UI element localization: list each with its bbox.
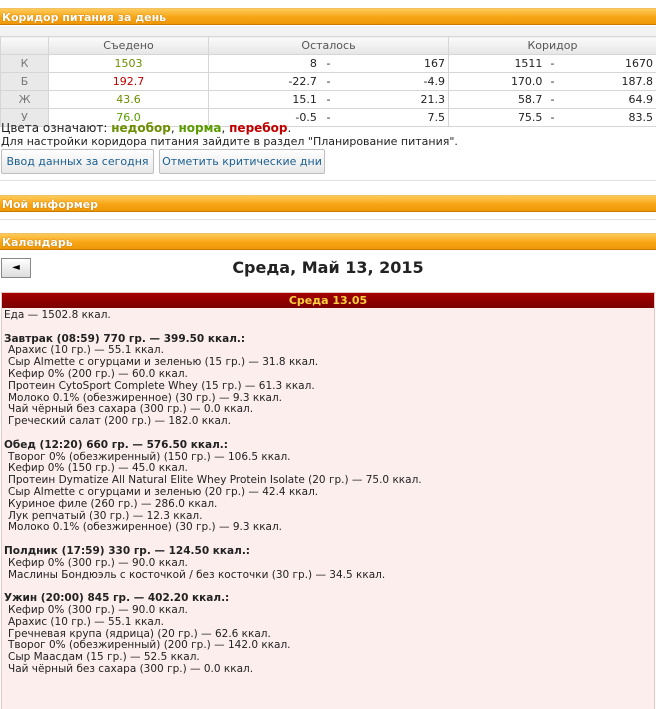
corridor-panel-header[interactable]: Коридор питания за день: [0, 8, 656, 25]
corridor-header-row: Съедено Осталось Коридор: [0, 36, 656, 55]
enter-today-button[interactable]: Ввод данных за сегодня: [1, 149, 154, 174]
mark-critical-days-button[interactable]: Отметить критические дни: [159, 149, 325, 174]
list-item: Куриное филе (260 гр.) — 286.0 ккал.: [8, 497, 218, 510]
left-range: 8-167: [208, 54, 449, 73]
day-total: Еда — 1502.8 ккал.: [4, 309, 111, 321]
meal-title: Полдник (17:59) 330 гр. — 124.50 ккал.:: [4, 544, 251, 557]
day-header: Среда 13.05: [2, 293, 654, 308]
divider: [0, 219, 656, 220]
eaten-value: 1503: [48, 54, 209, 73]
corner-cell: [0, 36, 49, 55]
list-item: Сыр Almette с огурцами и зеленью (20 гр.…: [8, 485, 319, 498]
list-item: Протеин CytoSport Complete Whey (15 гр.)…: [8, 379, 315, 392]
left-header: Осталось: [208, 36, 449, 55]
corridor-range: 75.5-83.5: [448, 108, 656, 127]
day-details: Среда 13.05 Еда — 1502.8 ккал. Завтрак (…: [1, 292, 655, 709]
calendar-date-title: Среда, Май 13, 2015: [232, 258, 424, 277]
day-content: Еда — 1502.8 ккал. Завтрак (08:59) 770 г…: [4, 309, 422, 676]
left-range: 15.1-21.3: [208, 90, 449, 109]
list-item: Арахис (10 гр.) — 55.1 ккал.: [8, 615, 164, 628]
legend-norm: норма: [178, 121, 222, 135]
row-label: К: [0, 54, 49, 73]
table-row: К 1503 8-167 1511-1670: [0, 54, 656, 73]
eaten-value: 192.7: [48, 72, 209, 91]
list-item: Маслины Бондюэль с косточкой / без косто…: [8, 568, 386, 581]
legend-end: .: [287, 121, 292, 135]
color-legend: Цвета означают: недобор, норма, перебор.: [1, 121, 291, 135]
calendar-panel-header[interactable]: Календарь: [0, 233, 656, 250]
list-item: Греческий салат (200 гр.) — 182.0 ккал.: [8, 415, 231, 428]
list-item: Кефир 0% (300 гр.) — 90.0 ккал.: [8, 603, 188, 616]
informer-panel-header[interactable]: Мой информер: [0, 195, 656, 212]
panel-spacer: [0, 26, 656, 36]
divider: [0, 180, 656, 181]
corridor-note: Для настройки коридора питания зайдите в…: [1, 135, 458, 148]
corridor-header: Коридор: [448, 36, 656, 55]
eaten-header: Съедено: [48, 36, 209, 55]
left-range: -22.7- -4.9: [208, 72, 449, 91]
legend-high: перебор: [229, 121, 288, 135]
meal-title: Обед (12:20) 660 гр. — 576.50 ккал.:: [4, 438, 228, 451]
row-label: Ж: [0, 90, 49, 109]
legend-low: недобор: [111, 121, 171, 135]
eaten-value: 43.6: [48, 90, 209, 109]
list-item: Молоко 0.1% (обезжиренное) (30 гр.) — 9.…: [8, 521, 283, 534]
list-item: Кефир 0% (200 гр.) — 60.0 ккал.: [8, 367, 188, 380]
legend-prefix: Цвета означают:: [1, 121, 112, 135]
corridor-range: 1511-1670: [448, 54, 656, 73]
list-item: Чай чёрный без сахара (300 гр.) — 0.0 кк…: [8, 662, 254, 675]
list-item: Кефир 0% (300 гр.) — 90.0 ккал.: [8, 556, 188, 569]
table-row: Ж 43.6 15.1-21.3 58.7-64.9: [0, 90, 656, 109]
corridor-range: 58.7-64.9: [448, 90, 656, 109]
corridor-range: 170.0-187.8: [448, 72, 656, 91]
legend-separator: ,: [221, 121, 230, 135]
table-row: Б 192.7 -22.7- -4.9 170.0-187.8: [0, 72, 656, 91]
corridor-table: Съедено Осталось Коридор К 1503 8-167 15…: [0, 36, 656, 127]
row-label: Б: [0, 72, 49, 91]
